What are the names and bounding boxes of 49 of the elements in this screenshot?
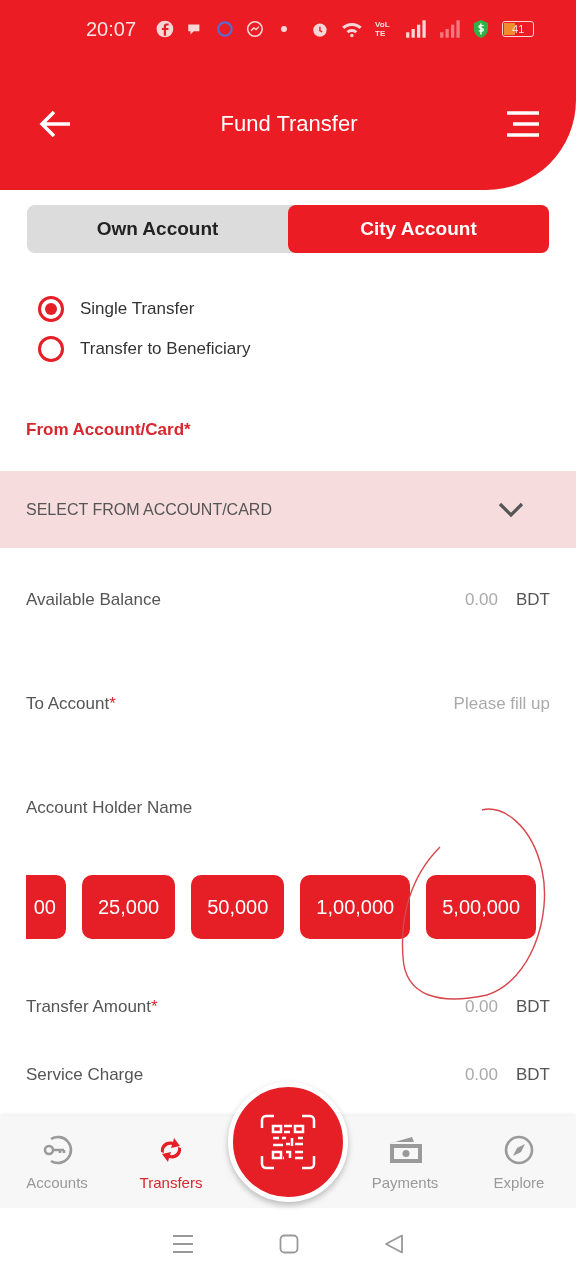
amount-value: 0.00: [464, 590, 498, 610]
amount-chip[interactable]: 25,000: [82, 875, 176, 939]
page-title: Fund Transfer: [220, 111, 358, 137]
amount-chip[interactable]: 00: [26, 875, 66, 939]
key-icon: [41, 1133, 73, 1166]
account-tab[interactable]: Own Account: [27, 205, 288, 253]
back-icon[interactable]: [383, 1234, 404, 1254]
radio-button[interactable]: [38, 296, 64, 322]
notification-dot-icon: [281, 26, 288, 32]
amount-chip[interactable]: 50,000: [191, 875, 285, 939]
field-label: Transfer Amount*: [26, 997, 159, 1017]
field-label: To Account*: [26, 694, 117, 714]
recent-apps-icon[interactable]: [172, 1234, 195, 1254]
input-field[interactable]: Please fill up: [380, 694, 550, 714]
field-label: Service Charge: [26, 1065, 145, 1085]
currency-label: BDT: [516, 590, 550, 610]
shield-dollar-icon: [472, 20, 491, 38]
nav-tab[interactable]: Accounts: [0, 1132, 114, 1192]
radio-label: Single Transfer: [80, 299, 195, 319]
home-icon[interactable]: [279, 1234, 299, 1254]
radio-label: Transfer to Beneficiary: [80, 339, 251, 359]
nav-tab[interactable]: Transfers: [114, 1132, 228, 1192]
field-label: Account Holder Name: [26, 798, 194, 818]
chevron-down-icon: [498, 501, 524, 518]
wifi-icon: [341, 20, 364, 38]
back-arrow-icon[interactable]: [38, 109, 72, 139]
currency-label: BDT: [516, 1065, 550, 1085]
nav-tab[interactable]: Explore: [462, 1132, 576, 1192]
battery-icon: 41: [502, 21, 535, 37]
network-label: VoLTE: [375, 20, 391, 38]
amount-chip[interactable]: 1,00,000: [300, 875, 411, 939]
field-label: Available Balance: [26, 590, 162, 610]
nav-tab[interactable]: Payments: [348, 1132, 462, 1192]
currency-label: BDT: [516, 997, 550, 1017]
menu-icon[interactable]: [506, 110, 540, 138]
amount-chip[interactable]: 5,00,000: [426, 875, 537, 939]
account-dropdown[interactable]: SELECT FROM ACCOUNT/CARD: [0, 471, 576, 548]
amount-value: 0.00: [464, 1065, 498, 1085]
messenger-icon: [245, 20, 264, 38]
no-signal-icon: [438, 20, 461, 38]
status-time: 20:07: [86, 17, 137, 41]
signal-icon: [404, 20, 427, 38]
qr-code-icon: [258, 1112, 318, 1172]
compass-icon: [503, 1133, 535, 1166]
radio-button[interactable]: [38, 336, 64, 362]
amount-value: 0.00: [464, 997, 498, 1017]
facebook-icon: [156, 20, 174, 38]
field-label: From Account/Card*: [26, 419, 192, 441]
account-tab[interactable]: City Account: [288, 205, 549, 253]
